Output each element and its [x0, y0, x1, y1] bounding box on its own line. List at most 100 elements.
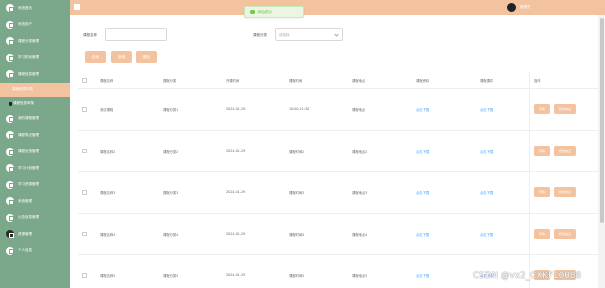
column-header[interactable]: 课程课件 — [480, 78, 493, 83]
table-cell: 课程地点4 — [352, 232, 368, 237]
table-cell: 10:00-11:30 — [289, 107, 310, 111]
sidebar-item[interactable]: 个人信息 — [0, 243, 70, 260]
download-link[interactable]: 点击下载 — [416, 107, 429, 112]
course-name-input[interactable] — [105, 28, 167, 41]
table-cell: 课程时间3 — [289, 191, 305, 195]
table-cell: 课程地点5 — [352, 274, 368, 278]
menu-item-icon — [6, 213, 14, 222]
table-cell: 2024-01-29 — [226, 273, 246, 277]
search-button[interactable]: 查询 — [85, 51, 106, 63]
edit-info-button[interactable]: 修改信息 — [554, 145, 576, 156]
column-header[interactable]: 课程分类 — [163, 78, 176, 83]
sidebar-item-label: 课程信息审核 — [13, 101, 34, 105]
download-link[interactable]: 点击下载 — [416, 273, 429, 278]
sidebar-item-label: 系统首页 — [18, 5, 32, 10]
sidebar-item-label: 课程反馈管理 — [18, 149, 39, 154]
download-link[interactable]: 点击下载 — [480, 190, 493, 195]
table-cell: 课程分类2 — [163, 149, 179, 154]
course-name-label: 课程名称 — [83, 33, 97, 37]
sidebar-item[interactable]: 学习阶段管理 — [0, 50, 70, 67]
sidebar-item[interactable]: 学习计划管理 — [0, 160, 70, 177]
add-button[interactable]: 新增 — [111, 51, 132, 63]
menu-item-icon — [6, 4, 14, 13]
row-checkbox[interactable] — [82, 190, 87, 195]
download-link[interactable]: 点击下载 — [480, 232, 493, 237]
row-checkbox[interactable] — [82, 231, 87, 236]
toast-text: 添加成功 — [257, 9, 272, 14]
sidebar-item-label: 学习计划管理 — [18, 165, 39, 170]
table-cell: 课程分类4 — [163, 232, 179, 237]
view-details-button[interactable]: 详情 — [534, 145, 550, 156]
view-details-button[interactable]: 详情 — [534, 187, 550, 197]
sidebar-item-label: 公告信息管理 — [18, 215, 39, 220]
menu-item-icon — [6, 37, 14, 46]
sidebar-item[interactable]: 系统用户 — [0, 17, 70, 34]
sidebar-item-label: 个人信息 — [18, 248, 32, 253]
scrollbar-thumb[interactable] — [599, 18, 604, 223]
sidebar: 系统首页系统用户 课程分类管理 学习阶段管理 课程信息管理课程信息列表 课程信息审核我的… — [0, 0, 70, 288]
column-header[interactable]: 操作 — [534, 78, 541, 83]
avatar[interactable] — [507, 3, 516, 12]
check-icon: ✓ — [250, 9, 255, 15]
sidebar-item[interactable]: 系统首页 — [0, 0, 70, 17]
sidebar-item[interactable]: 课程信息管理 — [0, 66, 70, 83]
sidebar-item[interactable]: 课程分类管理 — [0, 33, 70, 50]
column-header[interactable]: 课程资料 — [416, 78, 429, 83]
menu-item-icon — [6, 164, 14, 173]
edit-info-button[interactable]: 修改信息 — [554, 104, 576, 114]
table-cell: 2024-01-29 — [226, 231, 246, 236]
menu-item-icon — [6, 70, 14, 79]
download-link[interactable]: 点击下载 — [416, 232, 429, 237]
edit-info-button[interactable]: 修改信息 — [554, 228, 576, 239]
menu-item-icon — [6, 180, 14, 189]
select-all-checkbox[interactable] — [82, 78, 87, 83]
menu-item-icon — [6, 20, 14, 29]
grid-menu-icon[interactable] — [74, 4, 81, 11]
sidebar-item[interactable]: 课程笔记管理 — [0, 127, 70, 144]
sidebar-item[interactable]: 课程信息列表 — [0, 82, 70, 97]
table-cell: 测试课程 — [100, 108, 114, 112]
row-checkbox[interactable] — [82, 107, 87, 112]
sidebar-item[interactable]: 我的课程管理 — [0, 111, 70, 128]
sidebar-item[interactable]: 学习资源管理 — [0, 177, 70, 194]
view-details-button[interactable]: 详情 — [534, 228, 550, 239]
category-select-placeholder: 请选择 — [279, 33, 290, 37]
table-cell: 课程时间4 — [289, 232, 305, 237]
view-details-button[interactable]: 详情 — [534, 104, 550, 114]
table-cell: 课程时间2 — [289, 149, 305, 154]
column-header[interactable]: 课程地点 — [352, 78, 365, 83]
sidebar-item[interactable]: 课程信息审核 — [0, 97, 70, 111]
sidebar-item[interactable]: 资源管理 — [0, 226, 70, 243]
table-cell: 课程名称3 — [100, 191, 116, 195]
download-link[interactable]: 点击下载 — [480, 107, 493, 112]
table-cell: 课程名称5 — [100, 274, 116, 278]
menu-item-icon — [6, 114, 14, 123]
row-checkbox[interactable] — [82, 273, 87, 278]
download-link[interactable]: 点击下载 — [416, 149, 429, 154]
column-header[interactable]: 开课时间 — [226, 78, 239, 83]
category-select[interactable]: 请选择 — [275, 28, 343, 41]
table-row: 课程名称2 课程分类2 2024-01-29 课程时间2 课程地点2 点击下载 点击下载 详情… — [78, 131, 598, 172]
sidebar-item[interactable]: 系统管理 — [0, 193, 70, 210]
edit-info-button[interactable]: 修改信息 — [554, 187, 576, 197]
username[interactable]: 管理员 — [520, 5, 531, 10]
table-header: 课程名称 课程分类 开课时间 课程时间 课程地点 课程资料 课程课件 操作 — [78, 72, 598, 89]
table-cell: 课程名称4 — [100, 232, 116, 237]
column-header[interactable]: 课程时间 — [289, 78, 302, 83]
row-checkbox[interactable] — [82, 148, 87, 153]
table-row: 课程名称4 课程分类4 2024-01-29 课程时间4 课程地点4 点击下载 点击下载 详情… — [78, 214, 598, 255]
column-header[interactable]: 课程名称 — [100, 78, 113, 83]
sidebar-item[interactable]: 课程反馈管理 — [0, 144, 70, 161]
menu-item-icon — [6, 131, 14, 140]
table-cell: 课程分类5 — [163, 274, 179, 278]
vertical-scrollbar[interactable] — [598, 15, 605, 288]
table-cell: 2024-01-29 — [226, 190, 246, 194]
sidebar-item[interactable]: 公告信息管理 — [0, 210, 70, 227]
sidebar-item-label: 课程信息列表 — [12, 87, 33, 91]
delete-button[interactable]: 删除 — [136, 51, 157, 63]
search-bar: 课程名称 课程分类 请选择 — [70, 27, 605, 43]
download-link[interactable]: 点击下载 — [480, 149, 493, 154]
watermark: CSDN @vx2_CXKF10088 — [473, 271, 582, 281]
download-link[interactable]: 点击下载 — [416, 190, 429, 195]
menu-item-icon — [6, 53, 14, 62]
